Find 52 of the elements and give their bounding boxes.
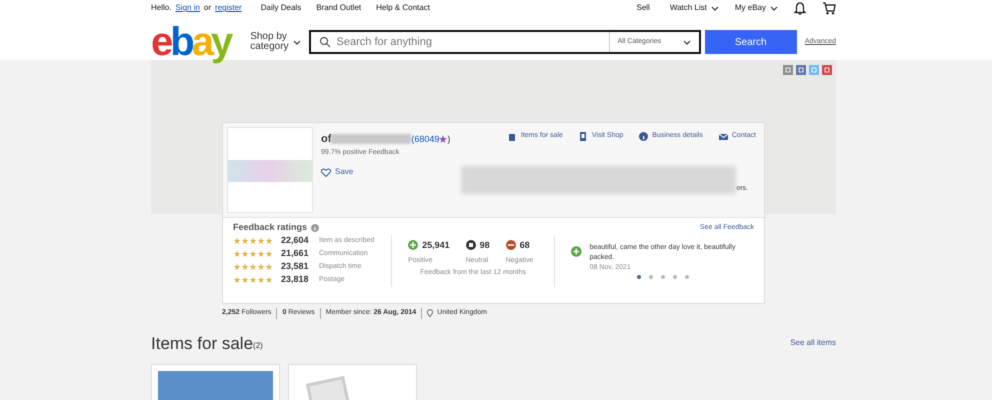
see-all-items-link[interactable]: See all items	[790, 337, 836, 350]
shop-by-category-button[interactable]: Shop by category	[250, 32, 301, 52]
rating-count: 23,818	[281, 273, 310, 286]
save-link[interactable]: Save	[321, 166, 354, 178]
info-icon	[311, 224, 320, 232]
top-nav-link[interactable]: Watch List	[670, 2, 719, 14]
top-nav-link[interactable]: Daily Deals	[260, 2, 302, 14]
star-rating: ★★★★★	[233, 262, 273, 272]
info-icon	[639, 132, 648, 141]
cart-icon	[822, 2, 836, 14]
feedback-count: 25,941	[422, 238, 450, 252]
rating-count: 23,581	[281, 260, 310, 274]
carousel-dot[interactable]	[684, 274, 689, 278]
greeting-text: Hello.	[151, 2, 172, 14]
top-nav-link[interactable]: Brand Outlet	[316, 2, 362, 14]
top-nav-link[interactable]: My eBay	[734, 2, 778, 14]
star-rating: ★★★★★	[233, 236, 273, 246]
chevron-down-icon	[682, 38, 691, 46]
positive-feedback-icon	[408, 240, 418, 250]
star-icon	[439, 135, 448, 144]
carousel-dot[interactable]	[672, 274, 677, 278]
neutral-feedback-icon	[466, 240, 476, 250]
search-button[interactable]: Search	[704, 30, 797, 54]
notification-bell-icon	[794, 2, 806, 14]
or-text: or	[204, 2, 212, 14]
top-nav-link[interactable]: Sell	[636, 2, 654, 14]
register-link[interactable]: register	[215, 2, 242, 14]
negative-feedback-icon	[506, 240, 516, 250]
section-title: Items for sale	[151, 332, 254, 354]
star-rating: ★★★★★	[233, 276, 273, 284]
seller-name[interactable]: of	[321, 131, 332, 148]
chevron-down-icon	[292, 38, 301, 46]
envelope-icon	[718, 132, 728, 141]
star-rating: ★★★★★	[233, 250, 273, 258]
location-pin-icon	[427, 309, 434, 318]
feedback-score[interactable]: (68049	[411, 132, 440, 146]
rating-count: 21,661	[281, 247, 310, 260]
closing-parenthesis: )	[447, 132, 450, 146]
ebay-logo[interactable]: ebay	[151, 18, 234, 66]
sign-in-link[interactable]: Sign in	[175, 2, 200, 14]
carousel-dot[interactable]	[660, 274, 665, 278]
search-icon	[318, 36, 331, 48]
heart-icon	[321, 168, 331, 176]
rating-count: 22,604	[281, 234, 310, 248]
feedback-ratings-title: Feedback ratings	[233, 221, 308, 234]
feedback-count: 98	[480, 238, 490, 252]
positive-comment-icon	[571, 246, 582, 256]
carousel-dot[interactable]	[648, 274, 653, 278]
feedback-count: 68	[520, 238, 530, 252]
carousel-dot[interactable]	[636, 274, 641, 278]
top-nav-link[interactable]: Help & Contact	[376, 2, 430, 14]
item-count: (2)	[253, 340, 263, 352]
